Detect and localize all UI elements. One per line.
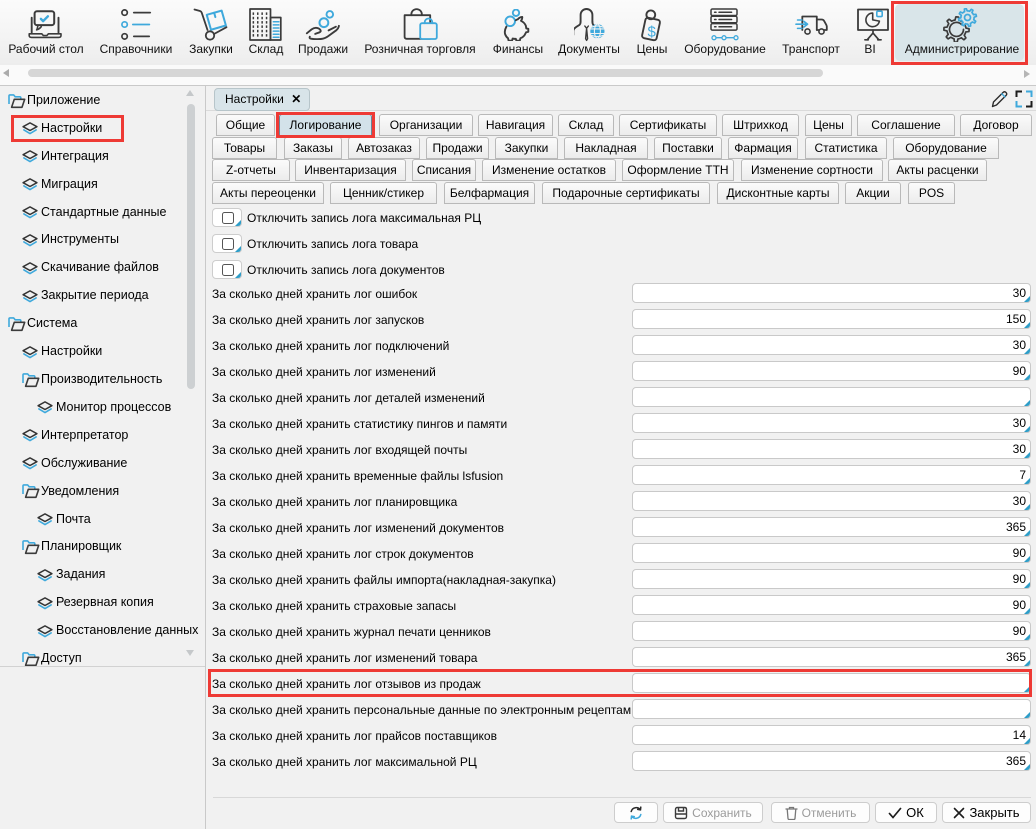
svg-text:$: $ (648, 24, 657, 41)
